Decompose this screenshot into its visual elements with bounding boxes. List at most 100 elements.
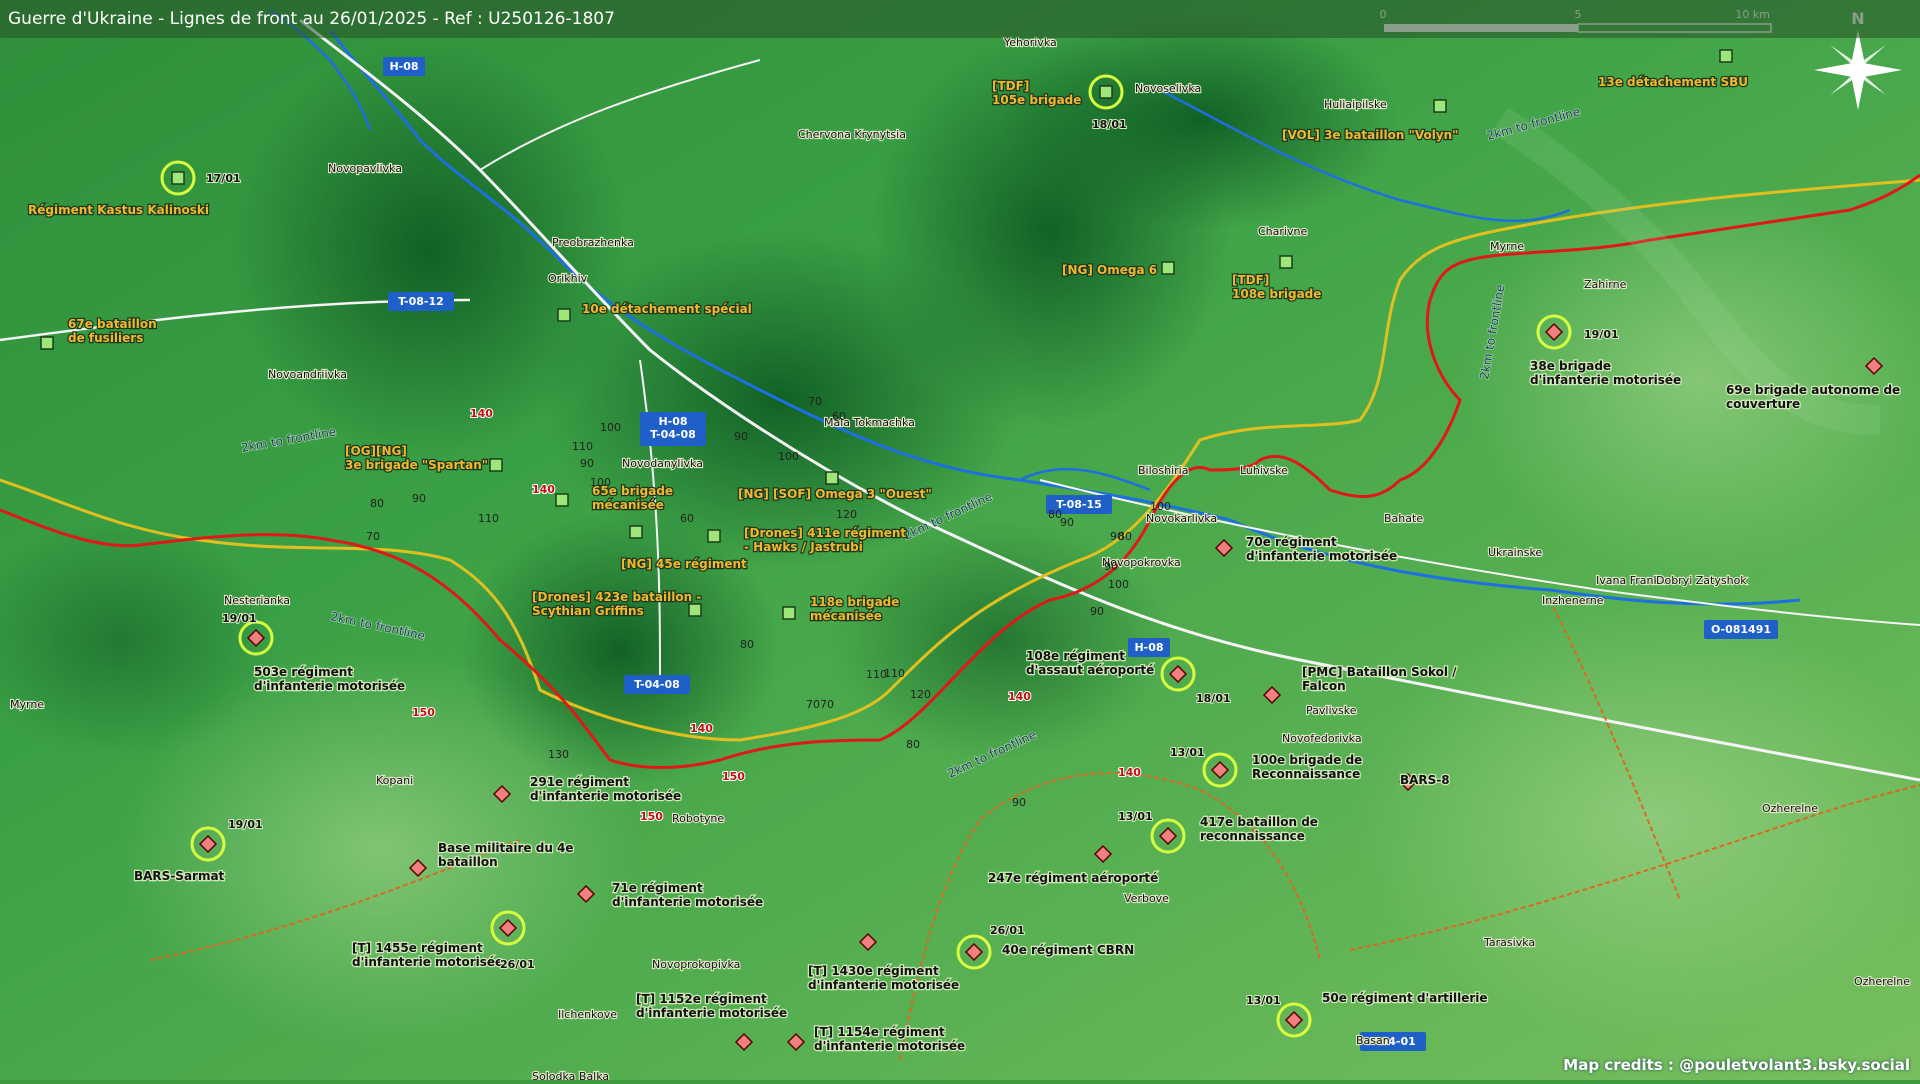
settlement-label: Solodka Balka [532,1070,609,1080]
elevation-label: 110 [884,667,905,680]
date-label: 17/01 [206,172,241,185]
settlement-label: Biloshiria [1138,464,1188,477]
date-label: 26/01 [990,924,1025,937]
ru-unit-label: 100e brigade deReconnaissance [1252,753,1362,781]
settlement-label: Robotyne [672,812,724,825]
settlement-label: Pavlivske [1306,704,1357,717]
settlement-label: Ozherelne [1762,802,1818,815]
settlement-label: Orikhiv [548,272,588,285]
elevation-label: 140 [470,407,493,420]
date-label: 18/01 [1092,118,1127,131]
elevation-label: 70 [808,395,822,408]
settlement-label: Tarasivka [1483,936,1535,949]
settlement-label: Chervona Krynytsia [798,128,906,141]
settlement-label: Novoprokopivka [652,958,740,971]
road-label: O-081491 [1711,623,1771,636]
elevation-label: 140 [1118,766,1141,779]
settlement-label: Myrne [1490,240,1524,253]
ru-unit-label: BARS-Sarmat [134,869,225,883]
ua-unit-label: [NG] 45e régiment [621,557,747,571]
date-label: 18/01 [1196,692,1231,705]
ua-unit-icon[interactable] [1100,86,1112,98]
ru-unit-label: 50e régiment d'artillerie [1322,991,1488,1005]
date-label: 13/01 [1170,746,1205,759]
elevation-label: 130 [548,748,569,761]
ru-unit-label: [T] 1154e régimentd'infanterie motorisée [814,1025,965,1053]
ru-unit-label: 247e régiment aéroporté [988,871,1158,885]
map-canvas[interactable]: 0510 kmNH-08T-08-12H-08T-04-08T-08-15H-0… [0,0,1920,1080]
ua-unit-icon[interactable] [1434,100,1446,112]
ru-unit-label: [T] 1455e régimentd'infanterie motorisée [352,941,503,969]
ua-unit-icon[interactable] [689,604,701,616]
ua-unit-icon[interactable] [490,459,502,471]
settlement-label: Charivne [1258,225,1307,238]
ua-unit-icon[interactable] [556,494,568,506]
settlement-label: Dobryi Zatyshok [1656,574,1747,587]
elevation-label: 150 [412,706,435,719]
elevation-label: 110 [478,512,499,525]
settlement-label: Novokarlivka [1146,512,1217,525]
settlement-label: Novoandriivka [268,368,347,381]
settlement-label: Huliaipilske [1324,98,1387,111]
settlement-label: Ilchenkove [558,1008,617,1021]
elevation-label: 80 [1118,530,1132,543]
road-label: T-08-15 [1056,498,1102,511]
elevation-label: 60 [680,512,694,525]
terrain-plateau [1460,180,1920,580]
elevation-label: 140 [532,483,555,496]
elevation-label: 90 [1090,605,1104,618]
settlement-label: Preobrazhenka [552,236,634,249]
ua-unit-icon[interactable] [172,172,184,184]
elevation-label: 80 [906,738,920,751]
elevation-label: 120 [836,508,857,521]
date-label: 19/01 [222,612,257,625]
elevation-label: 110 [572,440,593,453]
settlement-label: Ukrainske [1488,546,1542,559]
ua-unit-icon[interactable] [1162,262,1174,274]
road-label: T-04-08 [634,678,680,691]
ua-unit-label: [VOL] 3e bataillon "Volyn" [1282,128,1458,142]
settlement-label: Luhivske [1240,464,1288,477]
settlement-label: Zahirne [1584,278,1627,291]
elevation-label: 140 [690,722,713,735]
map-svg[interactable]: 0510 kmNH-08T-08-12H-08T-04-08T-08-15H-0… [0,0,1920,1080]
settlement-label: Nesterianka [224,594,290,607]
ua-unit-icon[interactable] [630,526,642,538]
ua-unit-icon[interactable] [1720,50,1732,62]
road-label: H-08 [1134,641,1163,654]
ua-unit-icon[interactable] [558,309,570,321]
date-label: 19/01 [1584,328,1619,341]
elevation-label: 90 [1012,796,1026,809]
elevation-label: 80 [740,638,754,651]
elevation-label: 100 [1108,578,1129,591]
elevation-label: 110 [866,668,887,681]
settlement-label: Novopavlivka [328,162,402,175]
settlement-label: Kopani [376,774,413,787]
date-label: 26/01 [500,958,535,971]
elevation-label: 80 [370,497,384,510]
elevation-label: 70 [806,698,820,711]
settlement-label: Myrne [10,698,44,711]
ua-unit-icon[interactable] [826,472,838,484]
ua-unit-label: Régiment Kastus Kalinoski [28,203,209,217]
date-label: 13/01 [1118,810,1153,823]
ua-unit-icon[interactable] [1280,256,1292,268]
elevation-label: 120 [910,688,931,701]
ua-unit-icon[interactable] [708,530,720,542]
ru-unit-label: [T] 1152e régimentd'infanterie motorisée [636,992,787,1020]
settlement-label: Inzhenerne [1542,594,1604,607]
map-title: Guerre d'Ukraine - Lignes de front au 26… [8,9,615,29]
ua-unit-icon[interactable] [41,337,53,349]
ua-unit-label: 10e détachement spécial [582,302,752,316]
settlement-label: Novofedorivka [1282,732,1362,745]
ru-unit-label: 40e régiment CBRN [1002,943,1134,957]
map-credits: Map credits : @pouletvolant3.bsky.social [1563,1056,1910,1074]
settlement-label: Basan [1356,1034,1390,1047]
ua-unit-label: [NG] [SOF] Omega 3 "Ouest" [738,487,932,501]
ua-unit-icon[interactable] [783,607,795,619]
settlement-label: Novodanylivka [622,457,703,470]
ru-unit-label: BARS-8 [1400,773,1450,787]
road-label: T-08-12 [398,295,444,308]
ua-unit-label: [NG] Omega 6 [1062,263,1157,277]
elevation-label: 90 [1104,560,1118,573]
